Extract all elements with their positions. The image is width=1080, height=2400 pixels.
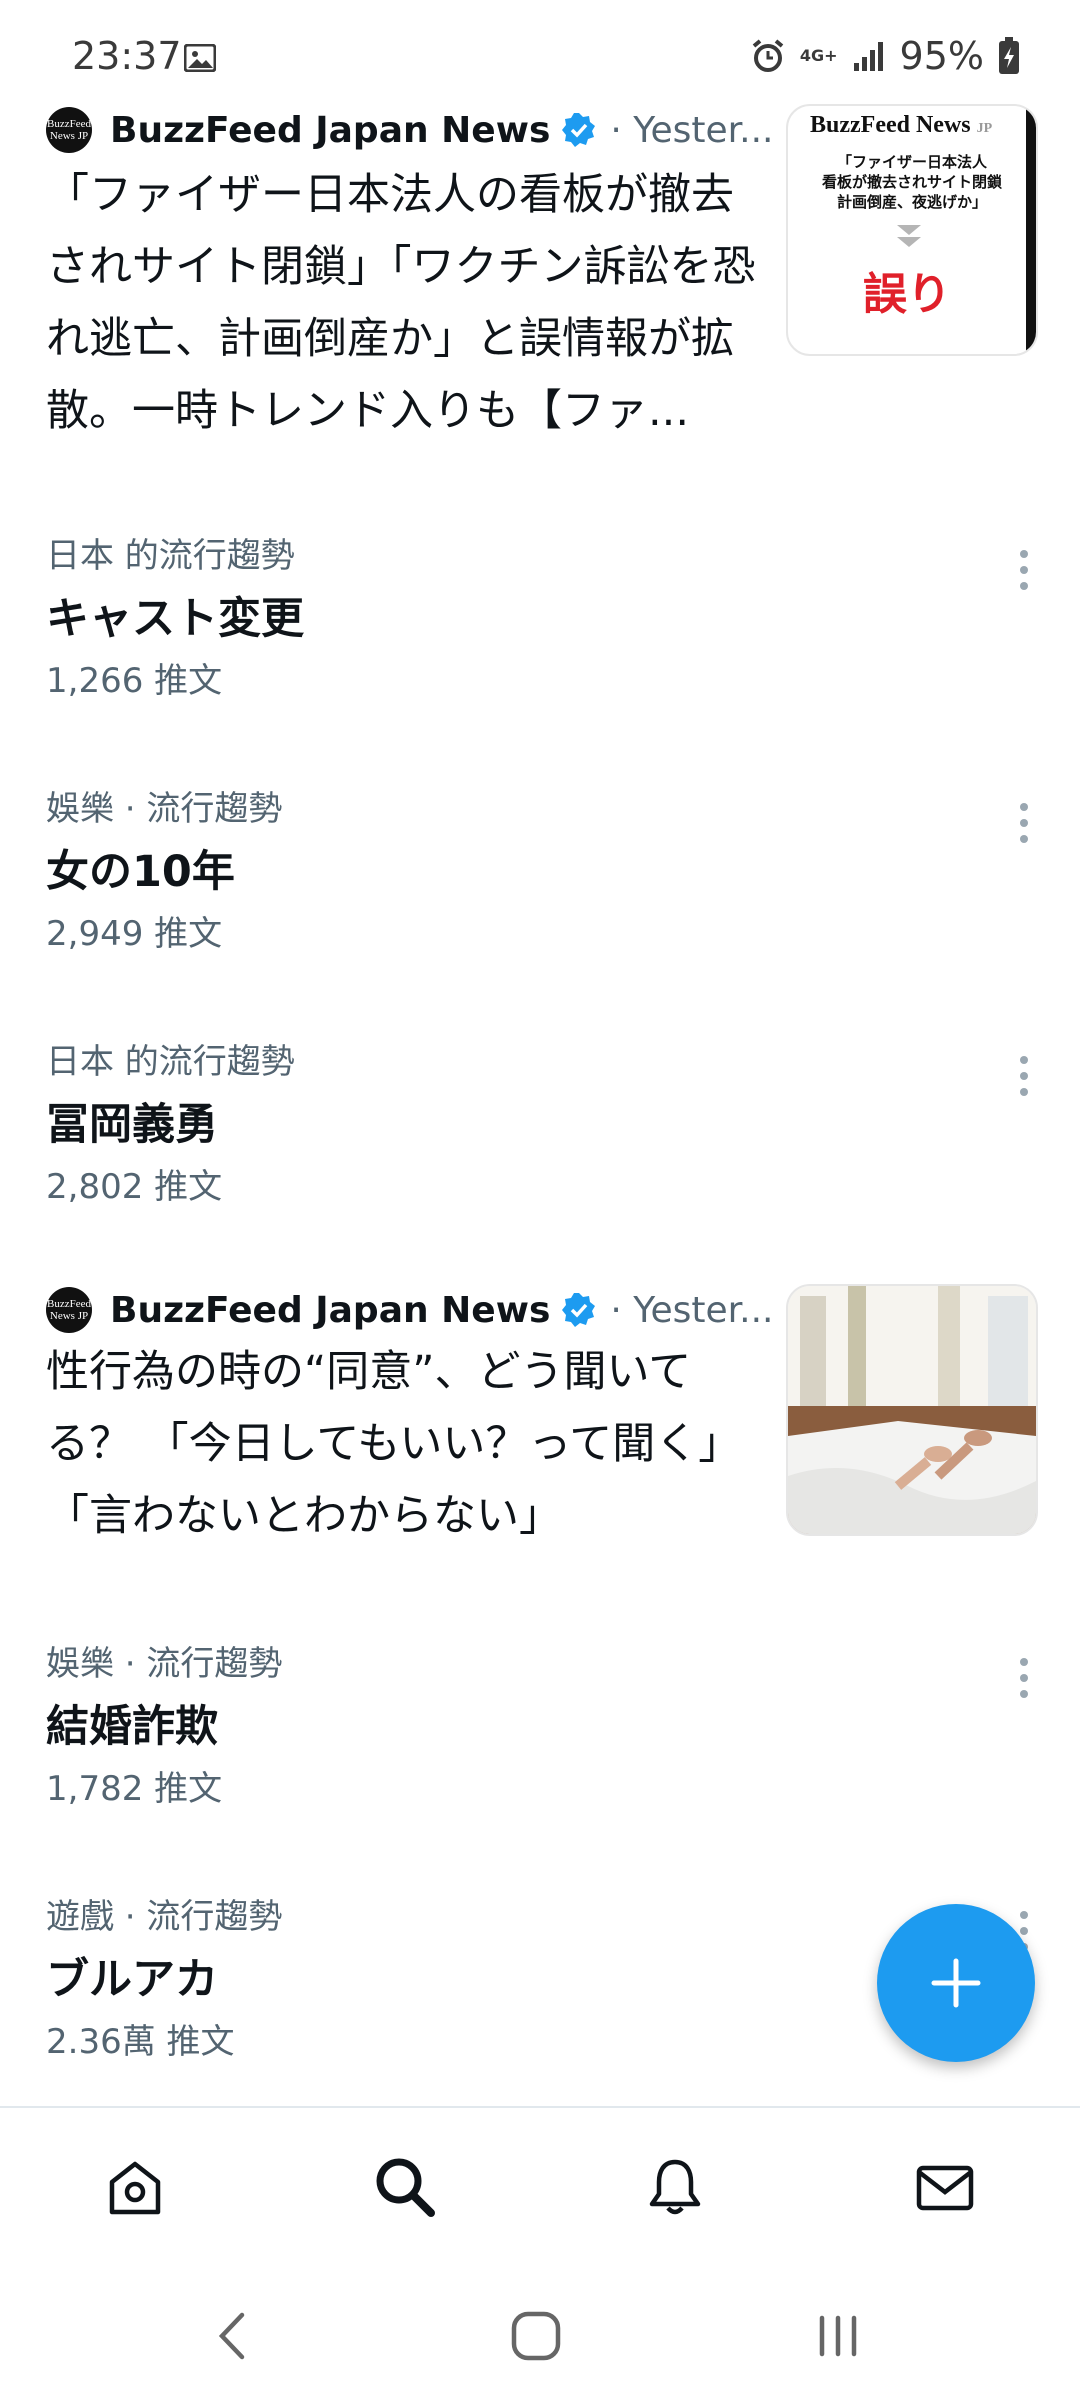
nav-home[interactable] bbox=[100, 2152, 170, 2222]
arrow-down-icon bbox=[897, 225, 921, 247]
mail-icon bbox=[916, 2165, 974, 2211]
thumbnail-line-3: 計画倒産、夜逃げか」 bbox=[836, 193, 987, 211]
author-name[interactable]: BuzzFeed Japan News bbox=[110, 110, 550, 151]
avatar[interactable]: BuzzFeed News JP bbox=[46, 107, 92, 153]
trend-category: 日本 的流行趨勢 bbox=[46, 1042, 295, 1082]
author-row: BuzzFeed News JP BuzzFeed Japan News · Y… bbox=[46, 1284, 773, 1336]
signal-icon bbox=[853, 42, 883, 71]
thumbnail-line-1: 「ファイザー日本法人 bbox=[836, 153, 987, 171]
trend-count: 2,949 推文 bbox=[46, 914, 223, 954]
system-recents-button[interactable] bbox=[808, 2306, 868, 2366]
trend-category: 娛樂 · 流行趨勢 bbox=[46, 1644, 283, 1684]
bell-icon bbox=[649, 2159, 701, 2215]
home-icon bbox=[109, 2161, 161, 2215]
trend-category: 娛樂 · 流行趨勢 bbox=[46, 789, 283, 829]
battery-percent: 95% bbox=[899, 34, 984, 78]
trend-count: 2,802 推文 bbox=[46, 1167, 223, 1207]
trend-count: 1,266 推文 bbox=[46, 661, 223, 701]
thumbnail-brand: BuzzFeed News bbox=[810, 112, 971, 138]
author-row: BuzzFeed News JP BuzzFeed Japan News · Y… bbox=[46, 104, 773, 156]
more-vertical-icon[interactable] bbox=[1014, 801, 1034, 845]
trend-category: 日本 的流行趨勢 bbox=[46, 536, 295, 576]
trend-count: 2.36萬 推文 bbox=[46, 2022, 235, 2062]
trend-item[interactable]: 日本 的流行趨勢 キャスト変更 1,266 推文 bbox=[0, 528, 1080, 758]
status-bar: 23:37 4G+ 95% bbox=[0, 0, 1080, 110]
trend-count: 1,782 推文 bbox=[46, 1769, 223, 1809]
alarm-icon bbox=[752, 39, 784, 72]
status-right: 4G+ 95% bbox=[750, 34, 1020, 78]
news-card-1[interactable]: BuzzFeed News JP BuzzFeed Japan News · Y… bbox=[0, 104, 1080, 484]
post-time: · Yester... bbox=[610, 1289, 774, 1331]
more-vertical-icon[interactable] bbox=[1014, 1656, 1034, 1700]
gallery-icon bbox=[184, 44, 216, 72]
plus-icon bbox=[931, 1958, 981, 2008]
author-name[interactable]: BuzzFeed Japan News bbox=[110, 1290, 550, 1331]
trend-title: 結婚詐欺 bbox=[46, 1702, 218, 1752]
nav-notifications[interactable] bbox=[640, 2152, 710, 2222]
trend-title: ブルアカ bbox=[46, 1955, 218, 2005]
trend-item[interactable]: 娛樂 · 流行趨勢 結婚詐欺 1,782 推文 bbox=[0, 1636, 1080, 1866]
avatar[interactable]: BuzzFeed News JP bbox=[46, 1287, 92, 1333]
news-card-2[interactable]: BuzzFeed News JP BuzzFeed Japan News · Y… bbox=[0, 1284, 1080, 1584]
trend-item[interactable]: 日本 的流行趨勢 冨岡義勇 2,802 推文 bbox=[0, 1034, 1080, 1264]
trend-item[interactable]: 娛樂 · 流行趨勢 女の10年 2,949 推文 bbox=[0, 781, 1080, 1011]
recents-icon bbox=[819, 2315, 857, 2357]
nav-messages[interactable] bbox=[910, 2152, 980, 2222]
system-home-button[interactable] bbox=[506, 2306, 566, 2366]
bed-photo-icon[interactable] bbox=[786, 1284, 1038, 1536]
more-vertical-icon[interactable] bbox=[1014, 548, 1034, 592]
trend-title: キャスト変更 bbox=[46, 594, 304, 644]
compose-button[interactable] bbox=[877, 1904, 1035, 2062]
nav-search[interactable] bbox=[370, 2152, 440, 2222]
trend-category: 遊戲 · 流行趨勢 bbox=[46, 1897, 283, 1937]
system-back-button[interactable] bbox=[202, 2306, 262, 2366]
trend-title: 冨岡義勇 bbox=[46, 1100, 218, 1150]
thumbnail-brand-suffix: JP bbox=[976, 121, 993, 136]
trend-title: 女の10年 bbox=[46, 847, 235, 897]
more-vertical-icon[interactable] bbox=[1014, 1054, 1034, 1098]
verified-badge-icon bbox=[562, 113, 596, 147]
news-headline[interactable]: 性行為の時の“同意”、どう聞いてる？ 「今日してもいい？って聞く」「言わないとわ… bbox=[46, 1336, 756, 1552]
back-icon bbox=[218, 2312, 245, 2360]
search-icon bbox=[376, 2158, 435, 2217]
network-type: 4G+ bbox=[799, 46, 838, 65]
thumbnail-verdict: 誤り bbox=[863, 269, 951, 320]
bottom-nav bbox=[0, 2106, 1080, 2268]
status-time: 23:37 bbox=[72, 34, 182, 78]
thumbnail-line-2: 看板が撤去されサイト閉鎖 bbox=[821, 173, 1002, 191]
post-time: · Yester... bbox=[610, 109, 774, 151]
system-nav bbox=[0, 2266, 1080, 2400]
verified-badge-icon bbox=[562, 1293, 596, 1327]
home-circle-icon bbox=[511, 2311, 561, 2361]
news-thumbnail[interactable]: BuzzFeed News JP 「ファイザー日本法人 看板が撤去されサイト閉鎖… bbox=[786, 104, 1038, 356]
battery-icon bbox=[999, 37, 1019, 74]
news-headline[interactable]: 「ファイザー日本法人の看板が撤去されサイト閉鎖」「ワクチン訴訟を恐れ逃亡、計画倒… bbox=[46, 159, 756, 447]
